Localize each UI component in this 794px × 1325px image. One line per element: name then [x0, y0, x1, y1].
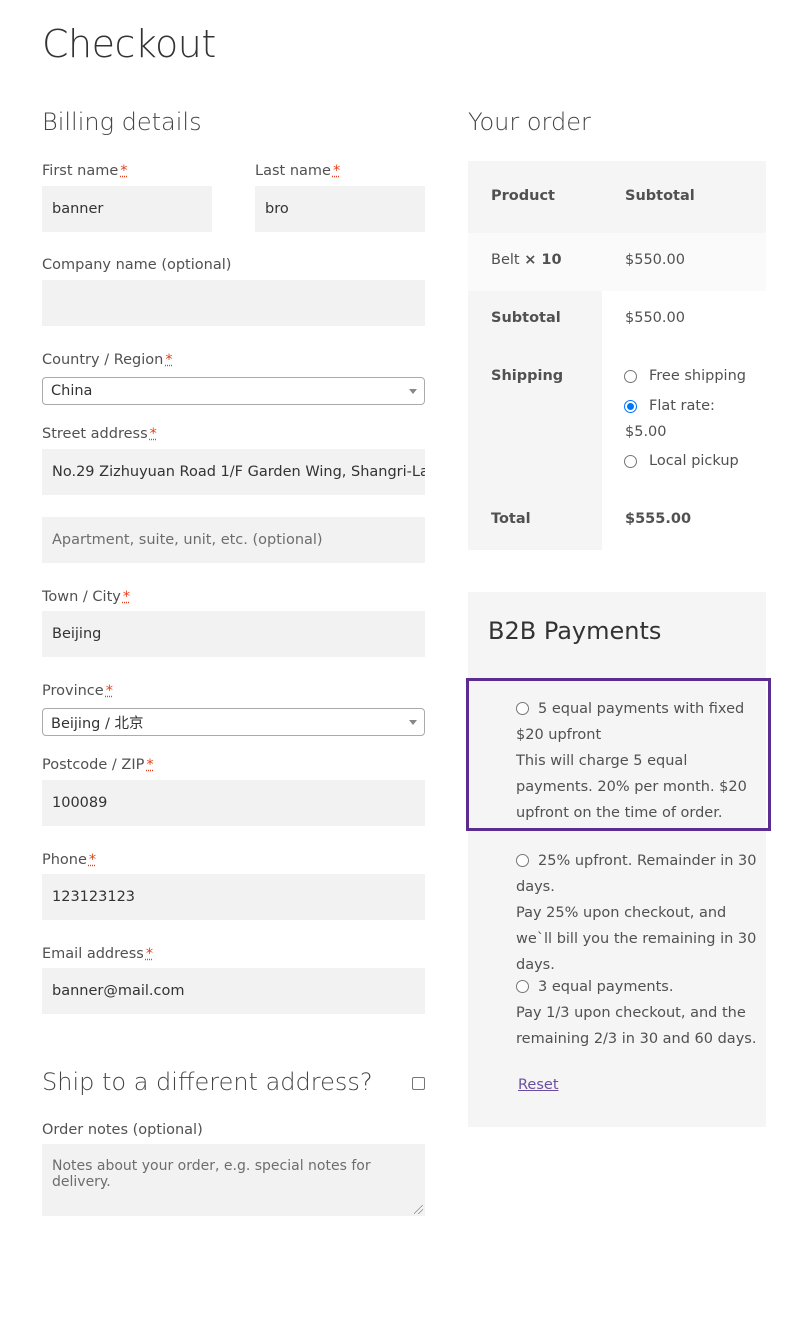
resize-grip-icon[interactable] — [414, 1205, 423, 1214]
flat-rate-label[interactable]: Flat rate: — [649, 398, 715, 414]
company-label: Company name (optional) — [42, 257, 232, 273]
order-item-name: Belt × 10 — [491, 252, 562, 268]
b2b-option-3-description: Pay 1/3 upon checkout, and the remaining… — [516, 1005, 757, 1047]
city-field[interactable]: Beijing — [42, 611, 425, 657]
flat-rate-radio[interactable] — [624, 400, 637, 413]
shipping-label: Shipping — [491, 368, 564, 384]
order-review-table — [468, 161, 766, 550]
phone-label: Phone * — [42, 852, 97, 868]
local-pickup-radio[interactable] — [624, 455, 637, 468]
last-name-label: Last name * — [255, 163, 341, 179]
b2b-option-2[interactable]: 25% upfront. Remainder in 30 days. Pay 2… — [516, 848, 761, 978]
postcode-label: Postcode / ZIP * — [42, 757, 154, 773]
order-notes-placeholder: Notes about your order, e.g. special not… — [52, 1158, 371, 1190]
phone-field[interactable]: 123123123 — [42, 874, 425, 920]
company-field[interactable] — [42, 280, 425, 326]
email-field[interactable]: banner@mail.com — [42, 968, 425, 1014]
b2b-option-2-title: 25% upfront. Remainder in 30 days. — [516, 853, 757, 895]
b2b-option-3-title: 3 equal payments. — [538, 979, 674, 995]
order-item-qty: × 10 — [524, 252, 562, 268]
apartment-field[interactable]: Apartment, suite, unit, etc. (optional) — [42, 517, 425, 563]
b2b-option-1-description: This will charge 5 equal payments. 20% p… — [516, 753, 747, 821]
subtotal-label: Subtotal — [491, 310, 561, 326]
b2b-option-1-title: 5 equal payments with fixed $20 upfront — [516, 701, 745, 743]
b2b-option-1[interactable]: 5 equal payments with fixed $20 upfront … — [516, 696, 761, 826]
ship-different-heading: Ship to a different address? — [42, 1068, 373, 1096]
province-label: Province * — [42, 683, 113, 699]
last-name-field[interactable]: bro — [255, 186, 425, 232]
order-notes-field[interactable]: Notes about your order, e.g. special not… — [42, 1144, 425, 1216]
b2b-payments-heading: B2B Payments — [488, 617, 662, 645]
email-label: Email address * — [42, 946, 154, 962]
street-address-field[interactable]: No.29 Zizhuyuan Road 1/F Garden Wing, Sh… — [42, 449, 425, 495]
reset-link[interactable]: Reset — [518, 1077, 559, 1093]
subtotal-header: Subtotal — [625, 188, 695, 204]
first-name-label: First name * — [42, 163, 128, 179]
order-item-price: $550.00 — [625, 252, 685, 268]
flat-rate-price: $5.00 — [625, 424, 667, 440]
free-shipping-label[interactable]: Free shipping — [649, 368, 746, 384]
postcode-field[interactable]: 100089 — [42, 780, 425, 826]
b2b-option-2-description: Pay 25% upon checkout, and we`ll bill yo… — [516, 905, 757, 973]
country-select[interactable]: China — [42, 377, 425, 405]
chevron-down-icon — [409, 389, 417, 394]
table-footer-labels — [468, 291, 602, 550]
province-value: Beijing / 北京 — [51, 715, 144, 732]
local-pickup-label[interactable]: Local pickup — [649, 453, 739, 469]
country-label: Country / Region * — [42, 352, 173, 368]
your-order-heading: Your order — [468, 108, 591, 136]
b2b-option-3[interactable]: 3 equal payments. Pay 1/3 upon checkout,… — [516, 974, 761, 1052]
ship-different-checkbox[interactable] — [412, 1077, 425, 1090]
country-value: China — [51, 383, 93, 399]
province-select[interactable]: Beijing / 北京 — [42, 708, 425, 736]
total-label: Total — [491, 511, 531, 527]
product-header: Product — [491, 188, 555, 204]
city-label: Town / City * — [42, 589, 131, 605]
billing-details-heading: Billing details — [42, 108, 202, 136]
street-address-label: Street address * — [42, 426, 157, 442]
order-notes-label: Order notes (optional) — [42, 1122, 203, 1138]
subtotal-value: $550.00 — [625, 310, 685, 326]
total-value: $555.00 — [625, 511, 692, 527]
first-name-field[interactable]: banner — [42, 186, 212, 232]
chevron-down-icon — [409, 720, 417, 725]
page-title: Checkout — [42, 22, 216, 66]
free-shipping-radio[interactable] — [624, 370, 637, 383]
